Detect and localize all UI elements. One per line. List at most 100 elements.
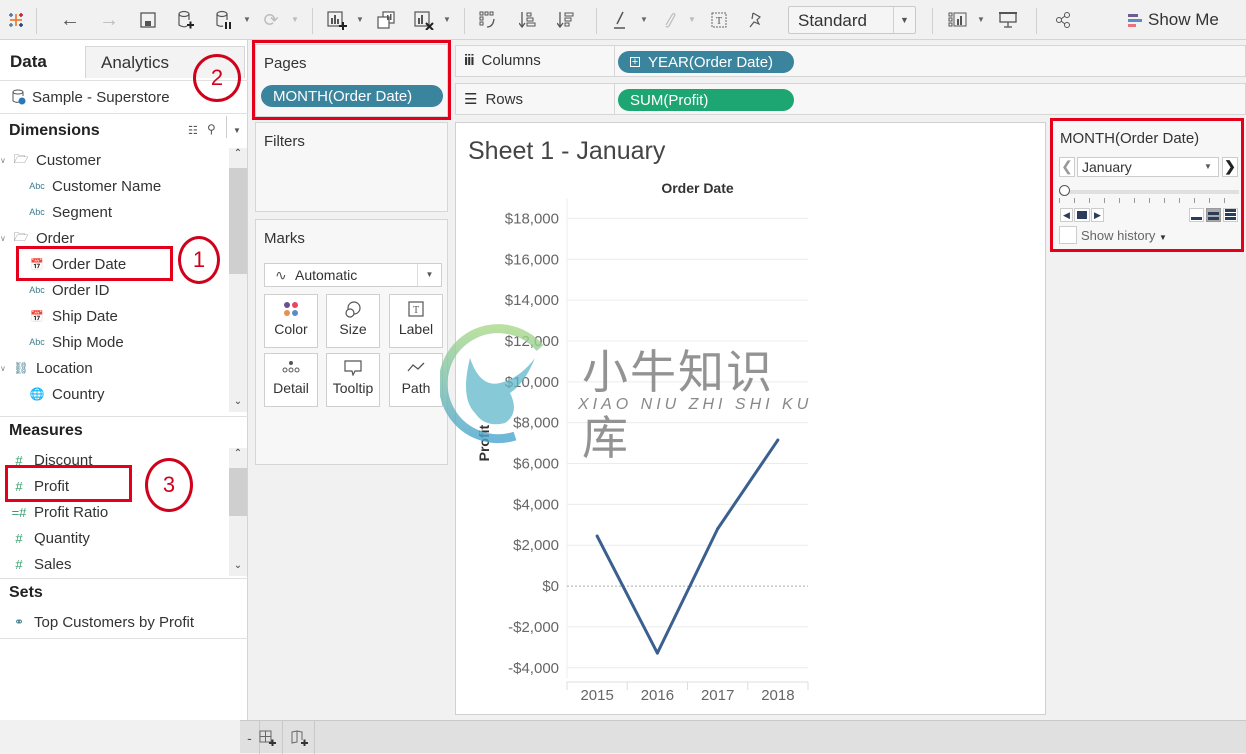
filters-title: Filters	[264, 133, 305, 150]
marks-card: Marks ∿ Automatic ▼ Color Size T Label D…	[255, 219, 448, 465]
rows-icon: ☰	[464, 91, 478, 108]
sort-ascending-icon[interactable]	[516, 8, 540, 32]
measure-sales[interactable]: # Sales	[10, 552, 71, 576]
dimension-segment[interactable]: Abc Segment	[28, 200, 112, 224]
y-tick-label: $10,000	[505, 374, 559, 391]
globe-icon: 🌐	[29, 387, 45, 401]
clear-sheet-icon[interactable]	[412, 8, 436, 32]
dimension-customer-name[interactable]: Abc Customer Name	[28, 174, 161, 198]
fix-axes-icon[interactable]	[744, 8, 768, 32]
new-data-source-icon[interactable]	[174, 8, 198, 32]
toolbar: ← → ▼ ⟳ ▼ ▼ ▼ ▼ ▼ T Standard ▼ ▼ Show Me	[0, 0, 1246, 40]
dimension-order-id[interactable]: Abc Order ID	[28, 278, 109, 302]
dimensions-header: Dimensions	[9, 122, 100, 139]
annotation-3: 3	[145, 458, 193, 512]
color-button[interactable]: Color	[264, 294, 318, 348]
expand-icon: ∨	[0, 363, 6, 373]
highlight-icon[interactable]	[609, 8, 633, 32]
scroll-up-icon[interactable]: ⌃	[229, 148, 247, 164]
presentation-mode-icon[interactable]	[996, 8, 1020, 32]
y-axis-title: Profit	[476, 424, 492, 461]
dimensions-scrollbar[interactable]: ⌃ ⌄	[229, 148, 247, 412]
show-cards-caret-icon[interactable]: ▼	[977, 15, 985, 24]
annotation-box-page-control	[1050, 118, 1244, 252]
scroll-down-icon[interactable]: ⌄	[229, 396, 247, 412]
new-dashboard-icon[interactable]	[253, 721, 283, 754]
y-tick-label: $2,000	[513, 537, 559, 554]
path-icon	[390, 354, 442, 380]
x-tick-label: 2017	[701, 687, 734, 704]
color-icon	[265, 295, 317, 321]
number-type-icon: #	[15, 556, 23, 572]
dimension-country[interactable]: 🌐 Country	[28, 382, 105, 406]
pause-dropdown-caret-icon[interactable]: ▼	[243, 15, 251, 24]
filters-card[interactable]: Filters	[255, 122, 448, 212]
new-worksheet-caret-icon[interactable]: ▼	[356, 15, 364, 24]
sort-descending-icon[interactable]	[554, 8, 578, 32]
duplicate-sheet-icon[interactable]	[374, 8, 398, 32]
dimensions-menu-caret-icon[interactable]: ▼	[233, 126, 241, 135]
annotation-1: 1	[178, 236, 220, 284]
dimension-hierarchy-location[interactable]: ∨ ⛓ Location	[0, 356, 93, 380]
dimension-ship-mode[interactable]: Abc Ship Mode	[28, 330, 123, 354]
run-update-caret-icon: ▼	[291, 15, 299, 24]
path-button[interactable]: Path	[389, 353, 443, 407]
show-mark-labels-icon[interactable]: T	[707, 8, 731, 32]
dimension-folder-customer[interactable]: ∨ 🗁 Customer	[0, 148, 101, 172]
detail-button[interactable]: Detail	[264, 353, 318, 407]
expand-icon: ∨	[0, 233, 6, 243]
clear-sheet-caret-icon[interactable]: ▼	[443, 15, 451, 24]
pause-auto-updates-icon[interactable]	[212, 8, 236, 32]
new-story-icon[interactable]	[285, 721, 315, 754]
viz-area: Sheet 1 - January Order Date -$4,000 -$2,0…	[455, 122, 1046, 715]
measures-scrollbar[interactable]: ⌃ ⌄	[229, 448, 247, 576]
rows-shelf-label-area: ☰ Rows	[455, 83, 615, 115]
data-point	[655, 651, 659, 655]
tooltip-button[interactable]: Tooltip	[326, 353, 380, 407]
mark-type-select[interactable]: ∿ Automatic ▼	[264, 263, 442, 287]
measures-header: Measures	[9, 422, 83, 439]
rows-pill[interactable]: SUM(Profit)	[618, 89, 794, 111]
dimension-ship-date[interactable]: 📅 Ship Date	[28, 304, 118, 328]
data-pane: Data Analytics Sample - Superstore Dimen…	[0, 40, 248, 720]
y-tick-label: $12,000	[505, 333, 559, 350]
y-tick-label: $6,000	[513, 456, 559, 473]
measure-profit-ratio[interactable]: =# Profit Ratio	[10, 500, 109, 524]
number-type-icon: #	[15, 530, 23, 546]
folder-icon: 🗁	[13, 151, 29, 166]
size-button[interactable]: Size	[326, 294, 380, 348]
view-list-icon[interactable]: ☷	[188, 124, 198, 137]
columns-shelf[interactable]: + YEAR(Order Date)	[615, 45, 1246, 77]
y-tick-label: $16,000	[505, 251, 559, 268]
y-tick-label: -$2,000	[508, 619, 559, 636]
line-chart[interactable]: Order Date -$4,000 -$2,000 $0 $2,000 $4,000 $6…	[456, 123, 1047, 716]
highlight-caret-icon[interactable]: ▼	[640, 15, 648, 24]
show-cards-icon[interactable]	[946, 8, 970, 32]
line-mark-icon: ∿	[275, 267, 287, 283]
show-me-button[interactable]: Show Me	[1128, 8, 1219, 32]
rows-shelf[interactable]: SUM(Profit)	[615, 83, 1246, 115]
columns-label: Columns	[481, 52, 541, 69]
y-tick-label: -$4,000	[508, 660, 559, 677]
expand-plus-icon[interactable]: +	[630, 57, 640, 68]
tab-data[interactable]: Data	[0, 46, 85, 78]
undo-icon[interactable]: ←	[58, 8, 82, 32]
save-icon[interactable]	[136, 8, 160, 32]
scroll-up-icon[interactable]: ⌃	[229, 448, 247, 464]
measure-quantity[interactable]: # Quantity	[10, 526, 90, 550]
fit-select[interactable]: Standard ▼	[788, 6, 916, 34]
columns-pill[interactable]: + YEAR(Order Date)	[618, 51, 794, 73]
set-top-customers[interactable]: ⚭ Top Customers by Profit	[10, 610, 194, 634]
annotation-2: 2	[193, 54, 241, 102]
search-icon[interactable]: ⚲	[207, 122, 216, 136]
tableau-logo-icon[interactable]	[4, 8, 28, 32]
redo-icon: →	[99, 8, 119, 31]
annotation-box-profit	[5, 465, 132, 502]
label-button[interactable]: T Label	[389, 294, 443, 348]
new-worksheet-icon[interactable]	[325, 8, 349, 32]
share-icon[interactable]	[1051, 8, 1075, 32]
swap-rows-columns-icon[interactable]	[476, 8, 500, 32]
sets-header: Sets	[9, 584, 43, 601]
scroll-down-icon[interactable]: ⌄	[229, 560, 247, 576]
string-type-icon: Abc	[29, 207, 45, 217]
